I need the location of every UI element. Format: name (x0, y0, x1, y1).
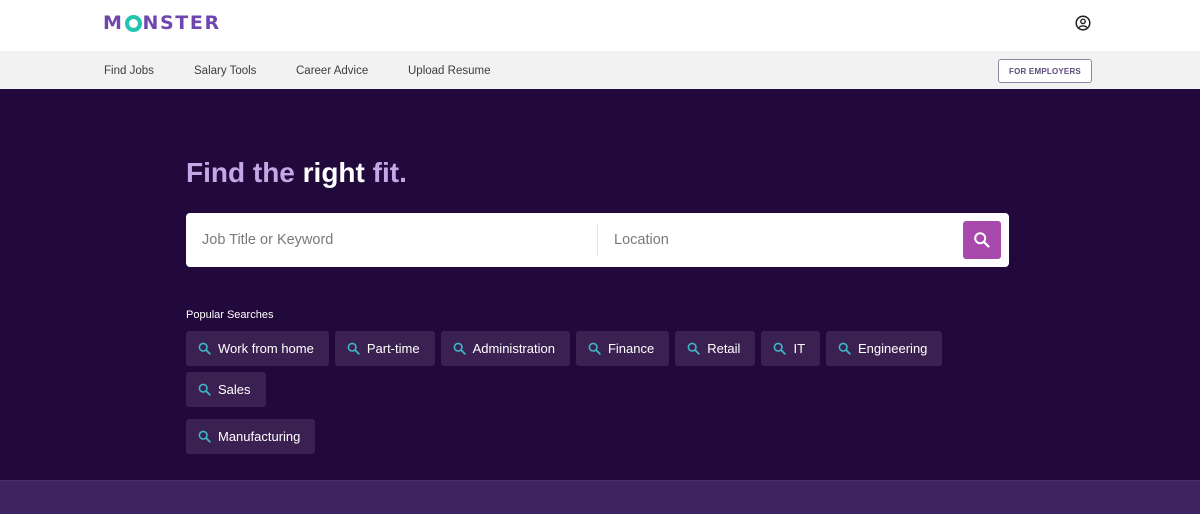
chip-label: Engineering (858, 341, 928, 356)
nav-career-advice[interactable]: Career Advice (296, 65, 368, 77)
popular-searches-label: Popular Searches (186, 309, 274, 321)
for-employers-button[interactable]: FOR EMPLOYERS (998, 59, 1092, 83)
nav-upload-resume[interactable]: Upload Resume (408, 65, 490, 77)
search-divider (597, 225, 598, 256)
bottom-section (0, 480, 1200, 514)
popular-search-chip[interactable]: Retail (675, 331, 756, 366)
logo-o-ring-icon (124, 14, 142, 32)
headline-part-1: Find the (186, 157, 303, 188)
main-nav: Find Jobs Salary Tools Career Advice Upl… (0, 51, 1200, 89)
search-icon (588, 342, 601, 355)
search-icon (838, 342, 851, 355)
user-circle-icon[interactable] (1075, 15, 1091, 31)
hero-headline: Find the right fit. (186, 157, 407, 189)
search-icon (347, 342, 360, 355)
chip-label: Sales (218, 382, 251, 397)
monster-logo[interactable]: M NSTER (103, 12, 221, 34)
chip-label: Retail (707, 341, 741, 356)
top-header: M NSTER (0, 0, 1200, 51)
nav-find-jobs[interactable]: Find Jobs (104, 65, 154, 77)
headline-emphasis: right (302, 157, 365, 188)
logo-letter-m: M (103, 12, 124, 34)
logo-letters-rest: NSTER (142, 12, 221, 34)
search-icon (453, 342, 466, 355)
chip-label: Finance (607, 341, 655, 356)
popular-searches-list: Work from home Part-time Administration … (186, 331, 1016, 454)
search-icon (198, 383, 211, 396)
popular-search-chip[interactable]: Engineering (826, 331, 943, 366)
chip-label: IT (793, 341, 806, 356)
popular-search-chip[interactable]: Work from home (186, 331, 329, 366)
chip-label: Part-time (366, 341, 420, 356)
chip-label: Manufacturing (218, 429, 301, 444)
popular-search-chip[interactable]: IT (761, 331, 821, 366)
chip-label: Work from home (218, 341, 314, 356)
job-search-form (186, 213, 1009, 267)
headline-part-2: fit. (364, 157, 407, 188)
popular-search-chip[interactable]: Administration (440, 331, 570, 366)
hero-section: Find the right fit. Popular Searches Wor… (0, 89, 1200, 480)
search-icon (198, 342, 211, 355)
location-input[interactable] (614, 213, 954, 267)
chip-label: Administration (472, 341, 555, 356)
search-icon (774, 342, 787, 355)
popular-search-chip[interactable]: Sales (186, 372, 266, 407)
search-icon (687, 342, 700, 355)
keyword-input[interactable] (202, 213, 592, 267)
popular-search-chip[interactable]: Finance (575, 331, 670, 366)
search-button[interactable] (963, 221, 1001, 259)
popular-search-chip[interactable]: Manufacturing (186, 419, 316, 454)
popular-search-chip[interactable]: Part-time (334, 331, 435, 366)
search-icon (198, 430, 211, 443)
search-icon (974, 232, 990, 248)
nav-salary-tools[interactable]: Salary Tools (194, 65, 256, 77)
